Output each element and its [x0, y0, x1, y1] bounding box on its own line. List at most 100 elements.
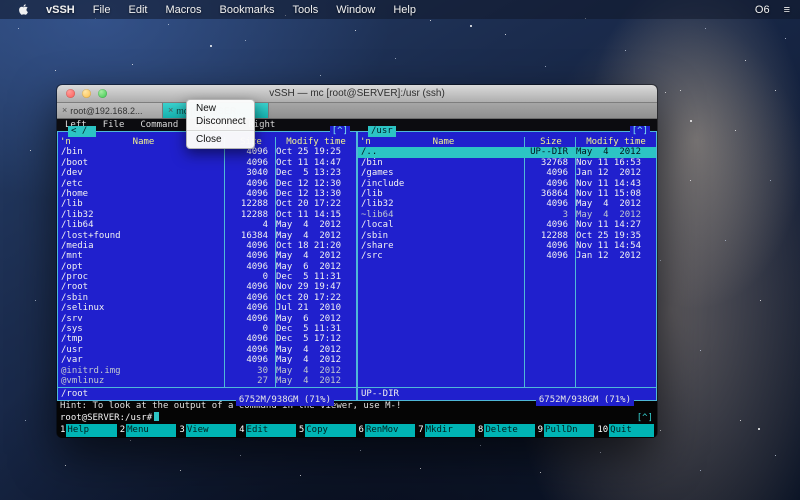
context-menu-item-new[interactable]: New [187, 102, 254, 115]
fkey-label: Quit [609, 424, 654, 437]
file-row[interactable]: /local4096Nov 11 14:27 [358, 220, 656, 230]
menu-status-text[interactable]: O6 [755, 4, 770, 16]
file-row[interactable]: /src4096Jan 12 2012 [358, 251, 656, 261]
column-header-mtime[interactable]: Modify time [276, 137, 356, 147]
file-row[interactable]: /root4096Nov 29 19:47 [58, 282, 356, 292]
tab-bar: ×root@192.168.2...×mc [root@SER... [57, 103, 657, 119]
mc-menu-file[interactable]: File [103, 119, 125, 131]
file-row[interactable]: /proc0Dec 5 11:31 [58, 272, 356, 282]
menu-item-bookmarks[interactable]: Bookmarks [211, 4, 284, 16]
window-titlebar[interactable]: vSSH — mc [root@SERVER]:/usr (ssh) [57, 85, 657, 103]
terminal-tab[interactable]: ×root@192.168.2... [57, 103, 163, 118]
fkey-view[interactable]: 3View [178, 424, 236, 437]
menu-item-help[interactable]: Help [384, 4, 425, 16]
context-menu-item-disconnect[interactable]: Disconnect [187, 115, 254, 128]
file-size: 4096 [518, 199, 571, 209]
file-row[interactable]: /lib36864Nov 11 15:08 [358, 189, 656, 199]
cmdline-scroll-icon[interactable]: [^] [637, 412, 653, 424]
left-panel-free-space: 6752M/938GM (71%) [236, 395, 334, 406]
fkey-help[interactable]: 1Help [59, 424, 117, 437]
menu-item-tools[interactable]: Tools [284, 4, 328, 16]
file-row[interactable]: /share4096Nov 11 14:54 [358, 241, 656, 251]
file-row[interactable]: /media4096Oct 18 21:20 [58, 241, 356, 251]
file-row[interactable]: /mnt4096May 4 2012 [58, 251, 356, 261]
fkey-delete[interactable]: 8Delete [477, 424, 535, 437]
fkey-pulldn[interactable]: 9PullDn [537, 424, 595, 437]
file-name: /boot [58, 158, 218, 168]
file-row[interactable]: @initrd.img30May 4 2012 [58, 366, 356, 376]
right-panel-scroll-icon[interactable]: [^] [630, 126, 650, 137]
file-row[interactable]: /opt4096May 6 2012 [58, 262, 356, 272]
file-row[interactable]: /games4096Jan 12 2012 [358, 168, 656, 178]
file-row[interactable]: /dev3040Dec 5 13:23 [58, 168, 356, 178]
file-size: 4096 [218, 293, 271, 303]
fkey-edit[interactable]: 4Edit [238, 424, 296, 437]
file-row[interactable]: /selinux4096Jul 21 2010 [58, 303, 356, 313]
fkey-renmov[interactable]: 6RenMov [358, 424, 416, 437]
menu-item-macros[interactable]: Macros [156, 4, 210, 16]
right-panel-path[interactable]: /usr [368, 126, 396, 137]
file-size: 12288 [218, 199, 271, 209]
left-panel: < / [^] 'nNameSizeModify time/bin4096Oct… [57, 131, 357, 401]
column-header-name[interactable]: 'nName [358, 137, 526, 147]
fkey-copy[interactable]: 5Copy [298, 424, 356, 437]
file-size: 4096 [218, 334, 271, 344]
file-row[interactable]: /boot4096Oct 11 14:47 [58, 158, 356, 168]
file-name: /sbin [58, 293, 218, 303]
menu-item-file[interactable]: File [84, 4, 120, 16]
file-row[interactable]: /srv4096May 6 2012 [58, 314, 356, 324]
menu-item-window[interactable]: Window [327, 4, 384, 16]
file-row[interactable]: /lib12288Oct 20 17:22 [58, 199, 356, 209]
file-name: @initrd.img [58, 366, 218, 376]
file-mtime: May 4 2012 [271, 251, 356, 261]
file-name: /usr [58, 345, 218, 355]
fkey-quit[interactable]: 10Quit [596, 424, 654, 437]
fkey-menu[interactable]: 2Menu [119, 424, 177, 437]
fkey-label: RenMov [365, 424, 415, 437]
file-row[interactable]: /etc4096Dec 12 12:30 [58, 179, 356, 189]
file-row[interactable]: /..UP--DIRMay 4 2012 [358, 147, 656, 157]
left-panel-scroll-icon[interactable]: [^] [330, 126, 350, 137]
file-name: /media [58, 241, 218, 251]
file-row[interactable]: /tmp4096Dec 5 17:12 [58, 334, 356, 344]
file-row[interactable]: /usr4096May 4 2012 [58, 345, 356, 355]
menu-item-vssh[interactable]: vSSH [37, 4, 84, 16]
file-mtime: Nov 11 14:54 [571, 241, 656, 251]
close-tab-icon[interactable]: × [62, 106, 67, 115]
file-row[interactable]: /lib324096May 4 2012 [358, 199, 656, 209]
right-panel-files: 'nNameSizeModify time/..UP--DIRMay 4 201… [358, 137, 656, 387]
file-row[interactable]: /sbin12288Oct 25 19:35 [358, 231, 656, 241]
file-name: /lost+found [58, 231, 218, 241]
file-size: 12288 [518, 231, 571, 241]
file-row[interactable]: /include4096Nov 11 14:43 [358, 179, 656, 189]
menu-item-edit[interactable]: Edit [119, 4, 156, 16]
file-row[interactable]: @vmlinuz27May 4 2012 [58, 376, 356, 386]
left-panel-path[interactable]: < / [68, 126, 96, 137]
file-name: /var [58, 355, 218, 365]
file-row[interactable]: ~lib643May 4 2012 [358, 210, 656, 220]
file-row[interactable]: /sys0Dec 5 11:31 [58, 324, 356, 334]
apple-menu[interactable] [10, 3, 37, 16]
context-menu-item-close[interactable]: Close [187, 133, 254, 146]
file-row[interactable]: /lost+found16384May 4 2012 [58, 231, 356, 241]
file-row[interactable]: /var4096May 4 2012 [58, 355, 356, 365]
close-tab-icon[interactable]: × [168, 106, 173, 115]
file-row[interactable]: /home4096Dec 12 13:30 [58, 189, 356, 199]
notification-center-icon[interactable]: ≡ [784, 4, 790, 16]
file-name: /.. [358, 147, 518, 157]
column-header-mtime[interactable]: Modify time [576, 137, 656, 147]
file-name: /src [358, 251, 518, 261]
file-row[interactable]: /bin32768Nov 11 16:53 [358, 158, 656, 168]
file-size: 3040 [218, 168, 271, 178]
right-panel-free-space: 6752M/938GM (71%) [536, 395, 634, 406]
file-row[interactable]: /lib644May 4 2012 [58, 220, 356, 230]
fkey-label: Delete [484, 424, 534, 437]
mc-menu-command[interactable]: Command [140, 119, 178, 131]
file-row[interactable]: /sbin4096Oct 20 17:22 [58, 293, 356, 303]
command-line[interactable]: root@SERVER:/usr#[^] [57, 412, 657, 424]
fkey-label: Help [66, 424, 116, 437]
file-mtime: May 4 2012 [271, 220, 356, 230]
fkey-mkdir[interactable]: 7Mkdir [417, 424, 475, 437]
file-row[interactable]: /lib3212288Oct 11 14:15 [58, 210, 356, 220]
column-header-size[interactable]: Size [526, 137, 576, 147]
